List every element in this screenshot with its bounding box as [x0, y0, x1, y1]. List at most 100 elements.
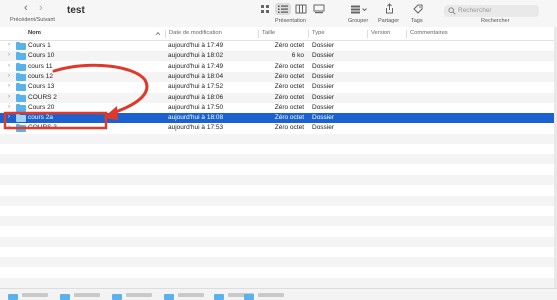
window-title: test — [67, 5, 85, 16]
group-icon[interactable] — [350, 5, 368, 14]
empty-row — [0, 268, 557, 278]
row-date: aujourd'hui à 17:50 — [168, 103, 224, 111]
row-date: aujourd'hui à 17:49 — [168, 42, 224, 49]
empty-row — [0, 247, 557, 257]
disclosure-triangle-icon[interactable]: › — [8, 52, 10, 58]
row-kind: Dossier — [312, 42, 335, 49]
column-view-icon — [295, 4, 307, 14]
row-name: COURS 2 — [28, 93, 57, 101]
file-row[interactable]: › Cours 20 aujourd'hui à 17:50 Zéro octet Do… — [0, 103, 557, 113]
row-name: cours 2a — [28, 114, 53, 122]
file-row[interactable]: › Cours 13 aujourd'hui à 17:52 Zéro octet Do… — [0, 82, 557, 92]
tag-icon[interactable] — [413, 4, 423, 14]
disclosure-triangle-icon[interactable]: › — [8, 63, 10, 69]
empty-row — [0, 154, 557, 165]
folder-icon — [16, 114, 26, 123]
row-kind: Dossier — [312, 124, 335, 132]
list-view-icon — [278, 5, 288, 13]
empty-row — [0, 144, 557, 154]
row-kind: Dossier — [312, 83, 335, 91]
column-name[interactable]: Nom — [28, 30, 41, 36]
empty-row — [0, 133, 557, 144]
column-date[interactable]: Date de modification — [169, 30, 222, 36]
grid-view-icon — [261, 5, 269, 13]
row-kind: Dossier — [312, 103, 335, 111]
share-icon[interactable] — [385, 3, 394, 14]
share-label: Partager — [378, 18, 400, 24]
back-button[interactable]: ‹ — [24, 3, 28, 14]
column-kind[interactable]: Type — [312, 30, 325, 36]
file-row[interactable]: › cours 11 aujourd'hui à 17:49 Zéro octet Do… — [0, 62, 557, 72]
column-view-button[interactable] — [293, 3, 309, 15]
group-label: Grouper — [348, 18, 369, 24]
folder-icon — [16, 62, 26, 71]
row-name: Cours 10 — [28, 52, 55, 60]
empty-row — [0, 174, 557, 185]
row-size: Zéro octet — [274, 103, 304, 111]
column-comments[interactable]: Commentaires — [410, 30, 448, 36]
disclosure-triangle-icon[interactable]: › — [8, 124, 10, 130]
empty-row — [0, 277, 557, 288]
forward-button[interactable]: › — [39, 3, 43, 14]
row-kind: Dossier — [312, 52, 335, 60]
row-date: aujourd'hui à 17:49 — [168, 62, 224, 70]
file-row[interactable]: › cours 12 aujourd'hui à 18:04 Zéro octet Do… — [0, 71, 557, 82]
file-list: › Cours 1 aujourd'hui à 17:49 Zéro octet Dos… — [0, 41, 557, 288]
empty-row — [0, 216, 557, 227]
gallery-view-icon — [313, 4, 325, 14]
file-row[interactable]: › Cours 1 aujourd'hui à 17:49 Zéro octet Dos… — [0, 41, 557, 51]
row-name: Cours 13 — [28, 83, 55, 91]
empty-row — [0, 185, 557, 195]
disclosure-triangle-icon[interactable]: › — [8, 104, 10, 110]
row-size: Zéro octet — [274, 124, 304, 132]
empty-row — [0, 206, 557, 216]
row-kind: Dossier — [312, 72, 335, 80]
folder-icon — [16, 83, 26, 92]
row-name: Cours 20 — [28, 103, 55, 111]
row-name: cours 12 — [28, 72, 53, 80]
file-row[interactable]: › cours 2a aujourd'hui à 18:08 Zéro octet Do… — [0, 113, 557, 124]
disclosure-triangle-icon[interactable]: › — [8, 94, 10, 100]
column-version[interactable]: Version — [371, 30, 390, 36]
empty-row — [0, 236, 557, 247]
search-field[interactable]: Rechercher — [444, 5, 539, 17]
row-kind: Dossier — [312, 114, 335, 122]
empty-row — [0, 195, 557, 206]
view-label: Présentation — [275, 18, 306, 24]
file-row[interactable]: › COURS 2 aujourd'hui à 18:06 Zéro octet Dos… — [0, 92, 557, 103]
search-icon — [448, 7, 456, 15]
column-size[interactable]: Taille — [262, 30, 275, 36]
row-size: Zéro octet — [274, 83, 304, 91]
disclosure-triangle-icon[interactable]: › — [8, 114, 10, 120]
row-date: aujourd'hui à 18:04 — [168, 72, 224, 80]
row-name: Cours 1 — [28, 42, 51, 49]
empty-row — [0, 165, 557, 175]
row-size: Zéro octet — [274, 42, 304, 49]
row-size: Zéro octet — [274, 62, 304, 70]
tags-label: Tags — [411, 18, 423, 24]
folder-icon — [16, 52, 26, 61]
row-size: Zéro octet — [274, 114, 304, 122]
disclosure-triangle-icon[interactable]: › — [8, 42, 10, 48]
row-date: aujourd'hui à 17:52 — [168, 83, 224, 91]
gallery-view-button[interactable] — [311, 3, 327, 15]
empty-row — [0, 226, 557, 236]
file-row[interactable]: › COURS 3 aujourd'hui à 17:53 Zéro octet Dos… — [0, 123, 557, 133]
folder-icon — [16, 93, 26, 102]
row-date: aujourd'hui à 18:02 — [168, 52, 224, 60]
grid-view-button[interactable] — [257, 3, 273, 15]
row-kind: Dossier — [312, 62, 335, 70]
row-size: Zéro octet — [274, 93, 304, 101]
disclosure-triangle-icon[interactable]: › — [8, 83, 10, 89]
list-view-button[interactable] — [275, 3, 291, 15]
sort-chevron-icon — [155, 31, 161, 36]
row-size: Zéro octet — [274, 72, 304, 80]
folder-icon — [16, 42, 26, 50]
row-size: 6 ko — [291, 52, 304, 60]
search-label: Rechercher — [481, 18, 510, 24]
disclosure-triangle-icon[interactable]: › — [8, 73, 10, 79]
path-bar — [0, 288, 557, 300]
file-row[interactable]: › Cours 10 aujourd'hui à 18:02 6 ko Dossier — [0, 51, 557, 62]
row-name: COURS 3 — [28, 124, 57, 132]
search-placeholder: Rechercher — [458, 7, 492, 14]
